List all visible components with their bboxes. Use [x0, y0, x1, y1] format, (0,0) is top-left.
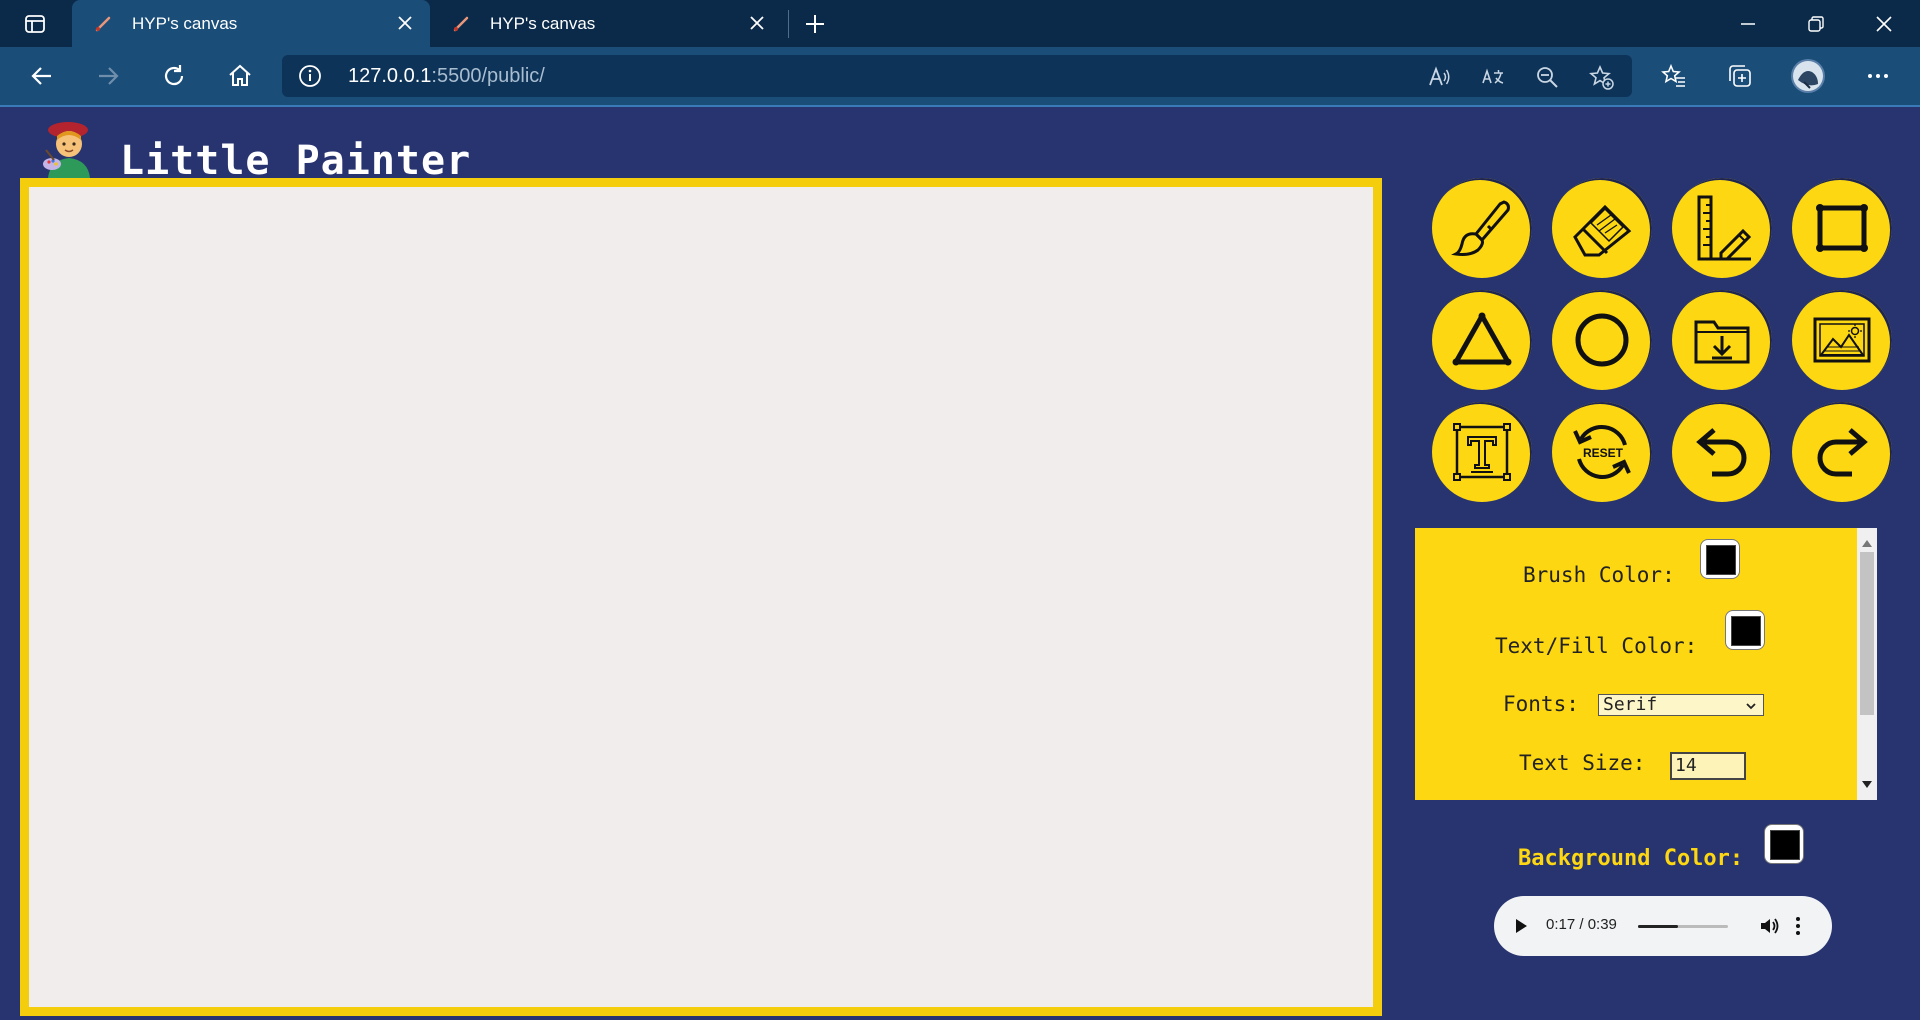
chevron-down-icon [1745, 697, 1757, 717]
circle-icon [1575, 313, 1629, 367]
text-icon [1453, 423, 1511, 481]
image-icon [1813, 317, 1871, 363]
brush-color-label: Brush Color: [1523, 563, 1675, 587]
brush-favicon-icon [92, 13, 114, 35]
panel-scrollbar[interactable] [1857, 528, 1877, 800]
fill-color-picker[interactable] [1725, 610, 1765, 650]
background-color-swatch [1770, 830, 1800, 860]
home-icon[interactable] [220, 56, 260, 96]
reset-icon-label: RESET [1583, 446, 1624, 460]
audio-time: 0:17 / 0:39 [1546, 916, 1617, 933]
zoom-out-icon[interactable] [1534, 64, 1560, 90]
brush-icon [1451, 200, 1510, 256]
collections-icon[interactable] [1722, 58, 1758, 94]
painter-logo-icon [40, 120, 96, 178]
eraser-tool-button[interactable] [1552, 178, 1652, 278]
profile-avatar[interactable] [1790, 58, 1826, 94]
rectangle-tool-button[interactable] [1792, 178, 1892, 278]
triangle-icon [1452, 312, 1512, 366]
font-select-value: Serif [1603, 694, 1658, 715]
settings-panel: Brush Color: Text/Fill Color: Fonts: Ser… [1415, 528, 1877, 800]
text-size-input[interactable]: 14 [1670, 752, 1746, 780]
scroll-down-icon[interactable] [1862, 776, 1872, 794]
address-bar[interactable]: 127.0.0.1:5500/public/ [282, 55, 1632, 97]
text-size-label: Text Size: [1519, 751, 1646, 775]
add-favorite-icon[interactable] [1588, 64, 1614, 90]
download-folder-icon [1694, 320, 1750, 364]
image-tool-button[interactable] [1792, 290, 1892, 390]
undo-tool-button[interactable] [1672, 402, 1772, 502]
favorites-icon[interactable] [1656, 58, 1692, 94]
read-aloud-icon[interactable] [1426, 64, 1452, 90]
close-tab-icon[interactable] [744, 10, 770, 36]
browser-tab-bar: HYP's canvas HYP's canvas [0, 0, 1920, 47]
audio-seek-progress [1638, 925, 1678, 928]
minimize-icon[interactable] [1714, 0, 1782, 47]
url-path: :5500/public/ [431, 65, 545, 87]
tab-hyps-canvas-2[interactable]: HYP's canvas [430, 0, 786, 47]
close-window-icon[interactable] [1850, 0, 1918, 47]
forward-icon[interactable] [88, 56, 128, 96]
fill-color-label: Text/Fill Color: [1495, 634, 1698, 658]
audio-player: 0:17 / 0:39 [1494, 896, 1832, 956]
triangle-tool-button[interactable] [1432, 290, 1532, 390]
reset-tool-button[interactable]: RESET [1552, 402, 1652, 502]
brush-color-swatch [1706, 545, 1736, 575]
reset-icon: RESET [1573, 425, 1631, 479]
redo-tool-button[interactable] [1792, 402, 1892, 502]
translate-icon[interactable] [1480, 64, 1506, 90]
brush-color-picker[interactable] [1700, 539, 1740, 579]
font-select[interactable]: Serif [1598, 694, 1764, 716]
tab-title: HYP's canvas [490, 13, 596, 33]
eraser-icon [1573, 204, 1632, 257]
tab-hyps-canvas-1[interactable]: HYP's canvas [72, 0, 430, 47]
ruler-pencil-icon [1697, 195, 1752, 261]
scroll-up-icon[interactable] [1862, 534, 1872, 552]
new-tab-icon[interactable] [782, 0, 848, 47]
audio-seek-bar[interactable] [1638, 925, 1728, 928]
browser-toolbar: 127.0.0.1:5500/public/ [0, 47, 1920, 107]
settings-more-icon[interactable] [1860, 58, 1896, 94]
audio-more-options-icon[interactable] [1794, 915, 1802, 942]
url-text: 127.0.0.1:5500/public/ [348, 65, 545, 88]
tool-grid: RESET [1432, 178, 1896, 506]
drawing-canvas[interactable] [20, 178, 1382, 1016]
tab-title: HYP's canvas [132, 13, 238, 33]
brush-tool-button[interactable] [1432, 178, 1532, 278]
fonts-label: Fonts: [1503, 692, 1579, 716]
close-tab-icon[interactable] [392, 10, 418, 36]
url-host: 127.0.0.1 [348, 65, 432, 87]
play-icon[interactable] [1512, 916, 1530, 941]
back-icon[interactable] [22, 56, 62, 96]
refresh-icon[interactable] [154, 56, 194, 96]
restore-icon[interactable] [1782, 0, 1850, 47]
site-info-icon[interactable] [298, 64, 322, 88]
rectangle-icon [1816, 204, 1868, 252]
tab-actions-icon[interactable] [0, 0, 70, 47]
scrollbar-thumb[interactable] [1860, 552, 1874, 715]
brush-favicon-icon [450, 13, 472, 35]
fill-color-swatch [1731, 616, 1761, 646]
volume-icon[interactable] [1758, 915, 1780, 942]
undo-icon [1696, 428, 1747, 477]
save-tool-button[interactable] [1672, 290, 1772, 390]
background-color-label: Background Color: [1518, 846, 1744, 871]
background-color-picker[interactable] [1764, 824, 1804, 864]
circle-tool-button[interactable] [1552, 290, 1652, 390]
redo-icon [1817, 428, 1868, 477]
text-tool-button[interactable] [1432, 402, 1532, 502]
line-tool-button[interactable] [1672, 178, 1772, 278]
